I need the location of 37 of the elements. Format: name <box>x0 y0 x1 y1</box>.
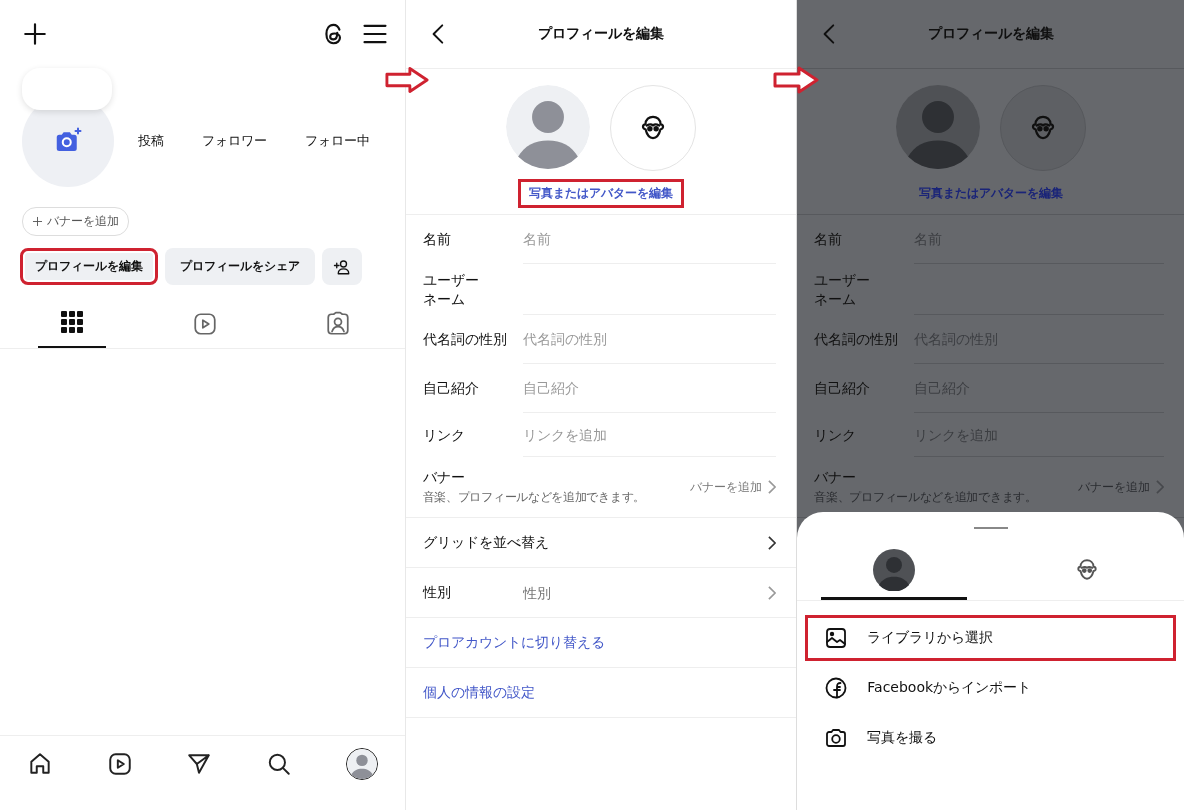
settings-link[interactable]: 個人の情報の設定 <box>422 683 535 702</box>
sheet-option[interactable]: Facebookからインポート <box>805 665 1176 711</box>
field-label: 性別 <box>422 583 452 602</box>
field-label: 名前 <box>422 230 452 249</box>
screen-title: プロフィールを編集 <box>538 25 664 41</box>
field-label: 代名詞の性別 <box>422 330 508 349</box>
text-field[interactable]: リンクを追加 <box>522 426 673 443</box>
profile-button[interactable]: プロフィールをシェア <box>165 248 315 285</box>
stat-label: フォロワー <box>202 132 267 150</box>
field-label: 名前 <box>814 230 844 249</box>
profile-button[interactable]: プロフィールを編集 <box>20 248 158 285</box>
field-label: 自己紹介 <box>422 379 480 398</box>
field-label: 自己紹介 <box>814 379 872 398</box>
add-banner-link[interactable]: バナーを追加 <box>690 478 763 496</box>
stat-label: フォロー中 <box>305 132 370 150</box>
field-label: バナー <box>814 468 858 487</box>
field-label: ネーム <box>422 289 466 308</box>
field-description: 音楽、プロフィールなどを追加できます。 <box>422 488 645 506</box>
text-field[interactable]: 名前 <box>522 231 673 247</box>
screen-title: プロフィールを編集 <box>927 25 1054 41</box>
sheet-option[interactable]: ライブラリから選択 <box>805 615 1176 661</box>
field-label: ネーム <box>814 289 858 308</box>
add-banner-chip[interactable]: バナーを追加 <box>22 207 129 236</box>
select-field[interactable]: 性別 <box>522 584 643 601</box>
stat-label: 投稿 <box>138 132 164 150</box>
field-label: リンク <box>814 425 858 445</box>
text-field[interactable]: 代名詞の性別 <box>522 331 673 347</box>
field-label: 代名詞の性別 <box>814 330 900 349</box>
field-label: ユーザー <box>422 271 480 290</box>
field-label: ユーザー <box>814 271 872 290</box>
text-field[interactable]: 自己紹介 <box>522 380 673 396</box>
sheet-option[interactable]: 写真を撮る <box>805 715 1176 761</box>
menu-item[interactable]: グリッドを並べ替え <box>422 533 549 552</box>
field-label: バナー <box>422 468 466 487</box>
field-label: リンク <box>422 425 466 445</box>
settings-link[interactable]: プロアカウントに切り替える <box>422 633 605 652</box>
edit-photo-link[interactable]: 写真またはアバターを編集 <box>518 179 684 208</box>
